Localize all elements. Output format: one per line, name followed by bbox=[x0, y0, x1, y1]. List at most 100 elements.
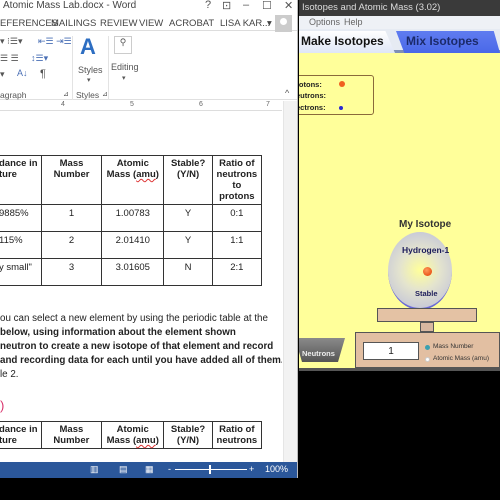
pilcrow-icon[interactable]: ¶ bbox=[40, 68, 46, 80]
radio-mass-number-label[interactable]: Mass Number bbox=[433, 343, 473, 350]
ribbon: ▾ ⁝☰▾ ⇤☰ ⇥☰ ☰ ☰ ↕☰▾ ▾ A↓ ¶ agraph ⊿ A St… bbox=[0, 32, 297, 100]
ruler-mark: 7 bbox=[266, 101, 270, 108]
cell[interactable]: 1:1 bbox=[211, 231, 263, 259]
radio-atomic-mass-label[interactable]: Atomic Mass (amu) bbox=[433, 355, 489, 362]
scale-plate bbox=[377, 308, 477, 322]
cell[interactable]: 1.00783 bbox=[101, 204, 165, 232]
paragraph-line: and recording data for each until you ha… bbox=[0, 355, 282, 366]
col-stable: Stable? (Y/N) bbox=[163, 421, 213, 449]
zoom-slider[interactable] bbox=[175, 469, 247, 470]
line-spacing-icon[interactable]: ↕☰▾ bbox=[31, 53, 48, 64]
cell[interactable]: 2:1 bbox=[211, 258, 263, 286]
close-button[interactable]: ✕ bbox=[284, 0, 293, 12]
styles-icon[interactable]: A bbox=[80, 34, 96, 60]
align-icons[interactable]: ☰ ☰ bbox=[0, 53, 19, 64]
maximize-button[interactable]: ☐ bbox=[262, 0, 272, 12]
cell[interactable]: 0:1 bbox=[211, 204, 263, 232]
styles-dropdown-icon[interactable]: ▾ bbox=[87, 76, 91, 84]
tab-view[interactable]: VIEW bbox=[139, 18, 163, 29]
tab-mix-isotopes[interactable]: Mix Isotopes bbox=[396, 31, 500, 53]
ruler-mark: 6 bbox=[199, 101, 203, 108]
col-atomic-mass: Atomic Mass (amu) bbox=[101, 155, 165, 205]
sim-bottom-border bbox=[299, 368, 500, 371]
col-mass-number: Mass Number bbox=[40, 421, 103, 449]
col-ratio: Ratio of neutrons to protons bbox=[211, 155, 263, 205]
vertical-scrollbar[interactable] bbox=[283, 101, 297, 462]
status-bar: ▥ ▤ ▦ - + 100% bbox=[0, 462, 297, 478]
editing-dropdown-icon[interactable]: ▾ bbox=[122, 74, 126, 82]
col-atomic-mass: Atomic Mass (amu) bbox=[101, 421, 165, 449]
print-layout-icon[interactable]: ▤ bbox=[119, 464, 128, 475]
cell[interactable]: 3 bbox=[40, 258, 103, 286]
ink-annotation: ) bbox=[0, 398, 5, 413]
indent-icons[interactable]: ⇤☰ ⇥☰ bbox=[38, 36, 72, 47]
table-row: y small" 3 3.01605 N 2:1 bbox=[0, 258, 263, 286]
particle-legend: rotons: eutrons: ectrons: bbox=[299, 75, 374, 115]
table-row: 9885% 1 1.00783 Y 0:1 bbox=[0, 204, 263, 232]
tab-review[interactable]: REVIEW bbox=[100, 18, 137, 29]
cell[interactable]: 3.01605 bbox=[101, 258, 165, 286]
paragraph-line: ou can select a new element by using the… bbox=[0, 313, 268, 324]
zoom-slider-thumb[interactable] bbox=[209, 465, 211, 474]
neutron-bucket-label: Neutrons bbox=[302, 349, 335, 358]
read-mode-icon[interactable]: ▥ bbox=[90, 464, 99, 475]
sim-title: Isotopes and Atomic Mass (3.02) bbox=[299, 0, 500, 16]
ruler-mark: 4 bbox=[61, 101, 65, 108]
cell[interactable]: Y bbox=[163, 204, 213, 232]
collapse-ribbon-icon[interactable]: ^ bbox=[285, 88, 289, 98]
tab-references[interactable]: EFERENCES bbox=[0, 18, 58, 29]
col-ratio: Ratio of neutrons bbox=[211, 421, 263, 449]
tab-acrobat[interactable]: ACROBAT bbox=[169, 18, 214, 29]
binoculars-icon[interactable]: ⚲ bbox=[114, 36, 132, 54]
ruler-mark: 5 bbox=[130, 101, 134, 108]
word-window: Atomic Mass Lab.docx - Word ? ⊡ – ☐ ✕ EF… bbox=[0, 0, 298, 478]
cell[interactable]: Y bbox=[163, 231, 213, 259]
col-abundance: dance in ture bbox=[0, 421, 42, 449]
cell[interactable]: 1 bbox=[40, 204, 103, 232]
tab-make-isotopes[interactable]: Make Isotopes bbox=[299, 31, 395, 53]
ribbon-display-button[interactable]: ⊡ bbox=[222, 0, 231, 12]
multilevel-list-icon[interactable]: ▾ ⁝☰▾ bbox=[0, 36, 22, 47]
legend-protons: rotons: bbox=[299, 80, 322, 89]
help-button[interactable]: ? bbox=[205, 0, 211, 11]
web-layout-icon[interactable]: ▦ bbox=[145, 464, 154, 475]
menu-options[interactable]: Options bbox=[309, 17, 340, 27]
table-header-row: dance in ture Mass Number Atomic Mass (a… bbox=[0, 421, 263, 449]
stability-label: Stable bbox=[415, 289, 438, 298]
zoom-in-button[interactable]: + bbox=[249, 464, 254, 474]
zoom-out-button[interactable]: - bbox=[168, 464, 171, 474]
user-dropdown-icon[interactable]: ▾ bbox=[267, 18, 272, 29]
user-account[interactable]: LISA KAR... bbox=[220, 18, 270, 29]
paragraph-line: below, using information about the eleme… bbox=[0, 327, 236, 338]
isotope-sim-window: Isotopes and Atomic Mass (3.02) Options … bbox=[299, 0, 500, 368]
cell[interactable]: y small" bbox=[0, 258, 42, 286]
editing-button[interactable]: Editing bbox=[111, 62, 139, 72]
col-abundance: dance in ture bbox=[0, 155, 42, 205]
neutron-bucket[interactable]: Neutrons bbox=[299, 338, 345, 362]
menu-help[interactable]: Help bbox=[344, 17, 363, 27]
cell[interactable]: 9885% bbox=[0, 204, 42, 232]
cell[interactable]: 2.01410 bbox=[101, 231, 165, 259]
sort-icon[interactable]: A↓ bbox=[17, 68, 28, 78]
styles-button[interactable]: Styles bbox=[78, 65, 103, 75]
col-stable: Stable? (Y/N) bbox=[163, 155, 213, 205]
cell[interactable]: N bbox=[163, 258, 213, 286]
nucleus-proton-icon[interactable] bbox=[423, 267, 432, 276]
radio-mass-number[interactable] bbox=[425, 345, 430, 350]
isotope-name: Hydrogen-1 bbox=[402, 245, 450, 255]
cell[interactable]: 115% bbox=[0, 231, 42, 259]
col-mass-number: Mass Number bbox=[40, 155, 103, 205]
tab-mailings[interactable]: MAILINGS bbox=[51, 18, 96, 29]
radio-atomic-mass[interactable] bbox=[425, 357, 430, 362]
ruler: 4 5 6 7 bbox=[0, 101, 282, 111]
user-avatar-icon[interactable] bbox=[275, 15, 292, 32]
styles-launcher-icon[interactable]: ⊿ bbox=[102, 90, 108, 98]
minimize-button[interactable]: – bbox=[243, 0, 249, 11]
paragraph-launcher-icon[interactable]: ⊿ bbox=[63, 90, 69, 98]
shading-dropdown-icon[interactable]: ▾ bbox=[0, 69, 5, 80]
cell[interactable]: 2 bbox=[40, 231, 103, 259]
zoom-level[interactable]: 100% bbox=[265, 464, 288, 474]
paragraph-group-label: agraph bbox=[0, 90, 27, 100]
spellcheck-word: amu bbox=[136, 435, 156, 446]
instructions-paragraph[interactable]: ou can select a new element by using the… bbox=[0, 312, 282, 382]
